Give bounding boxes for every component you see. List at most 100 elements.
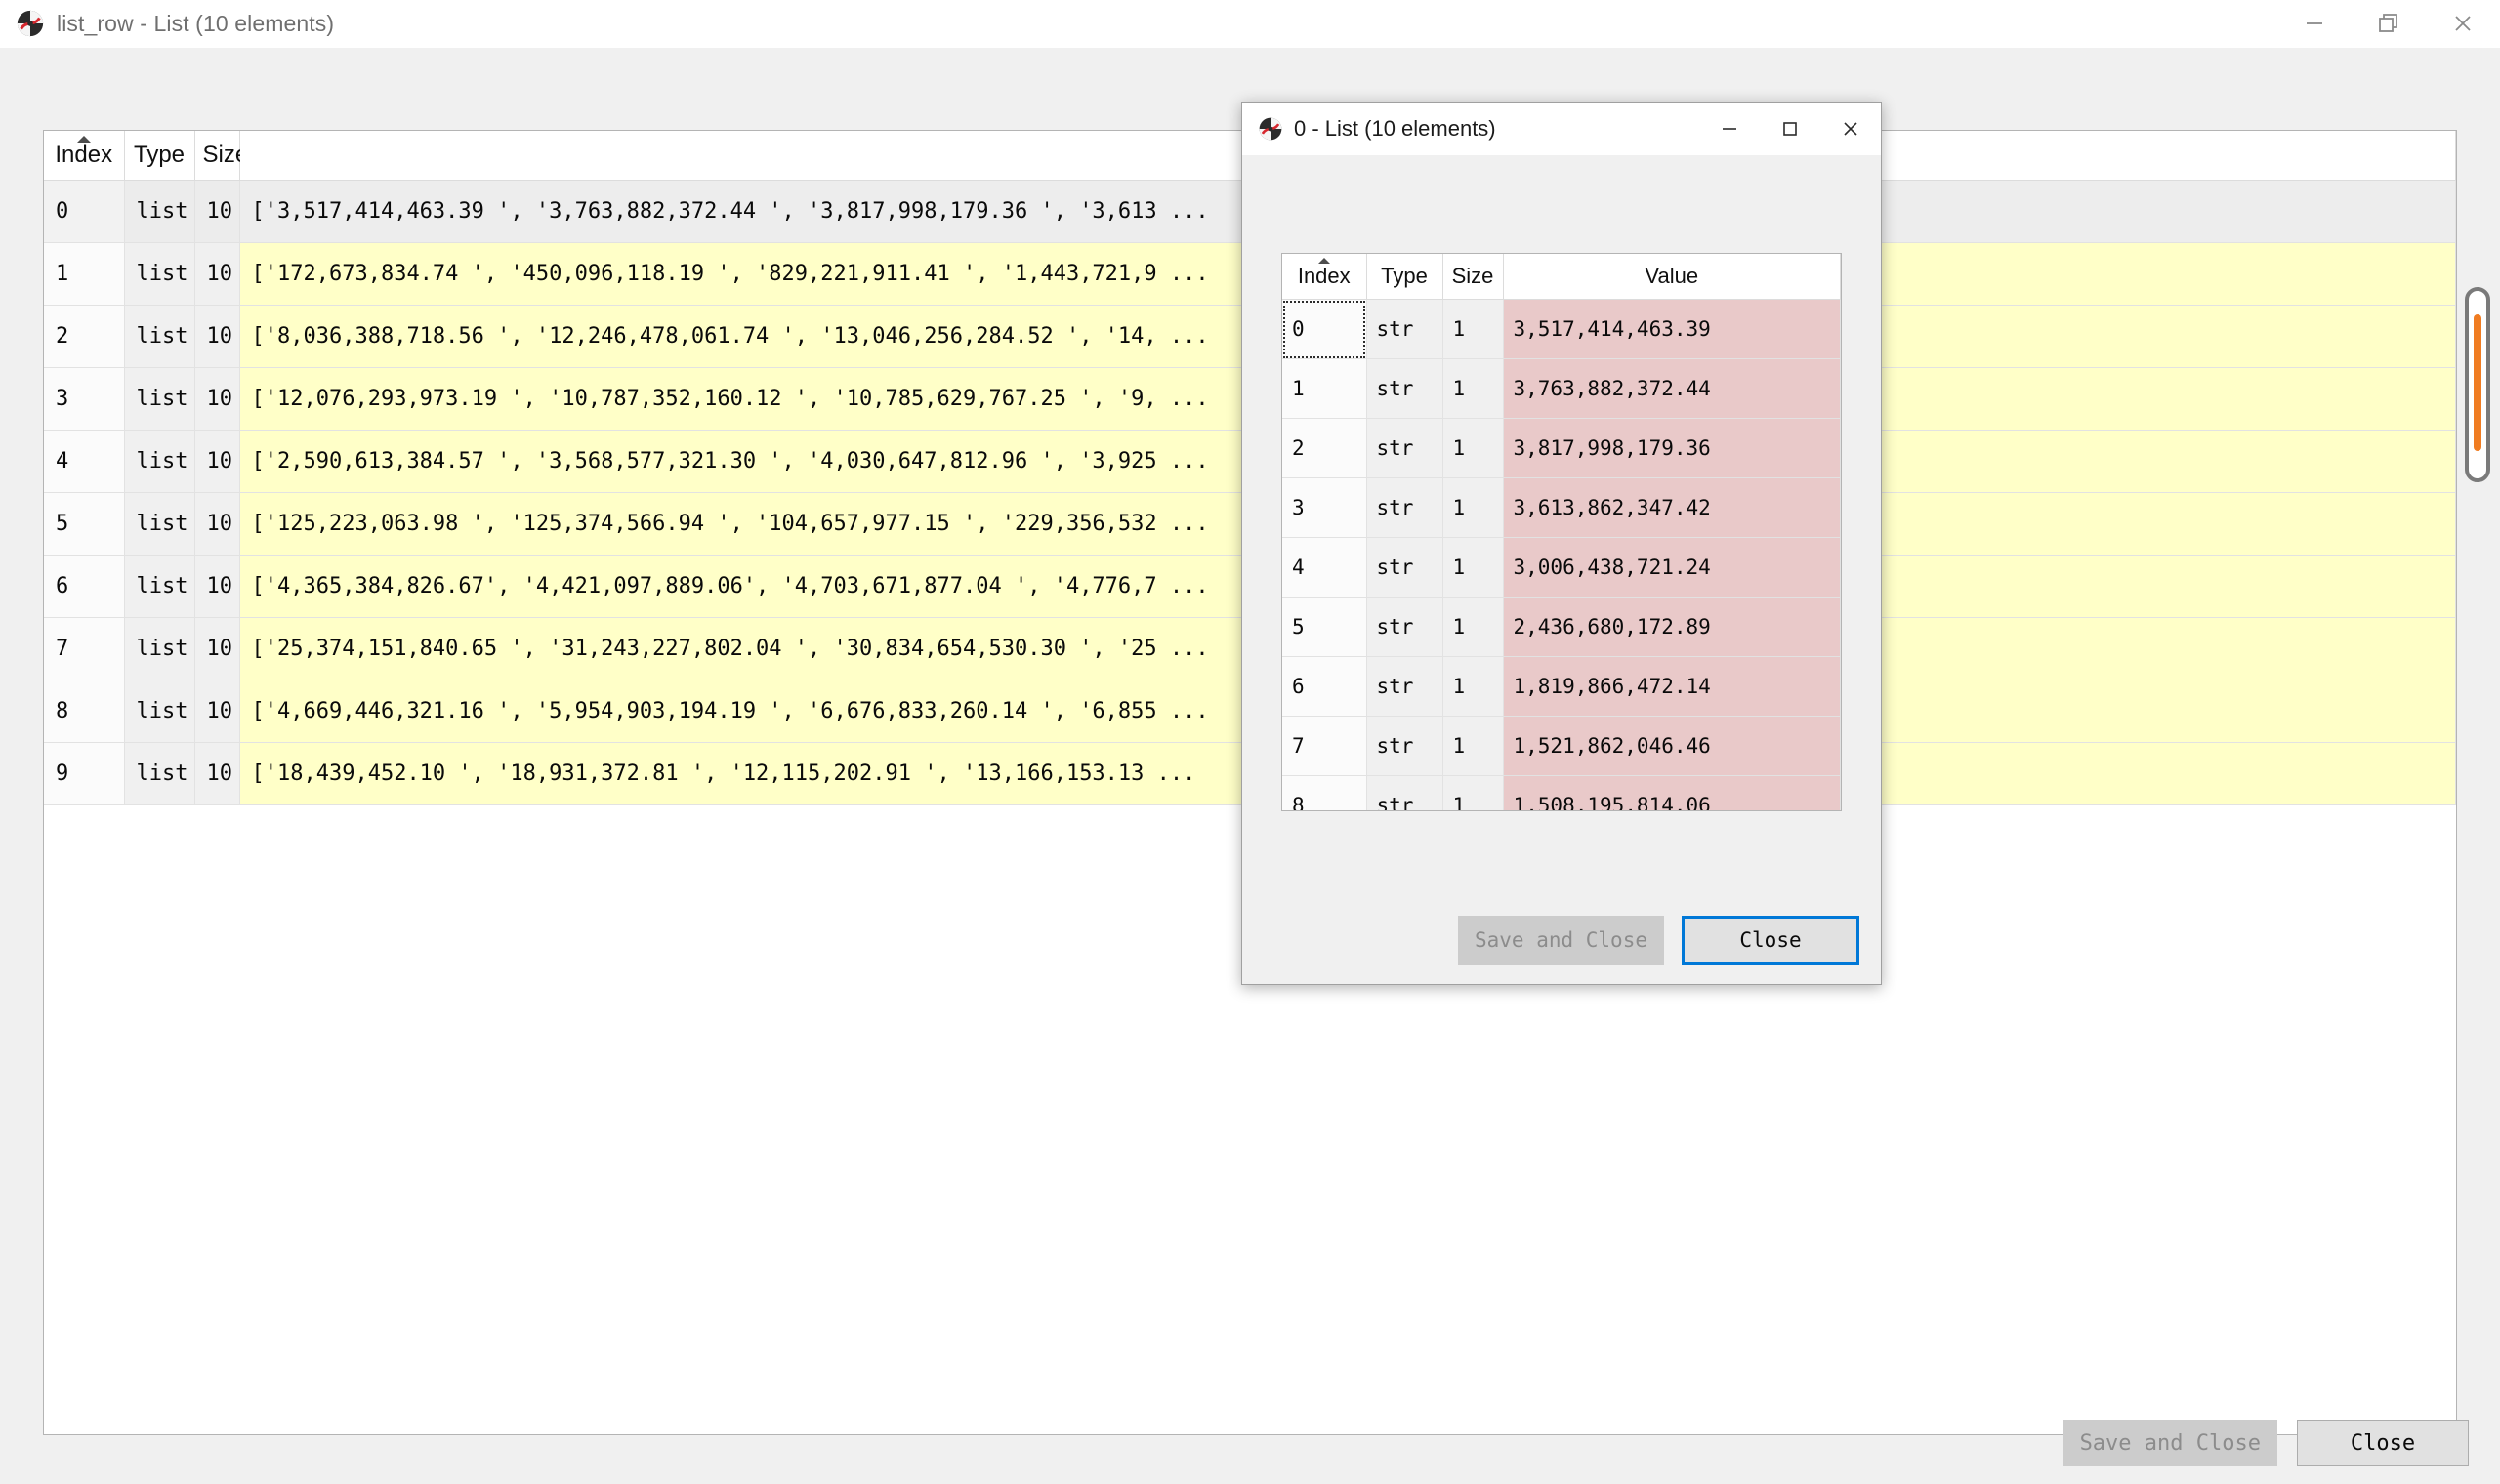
cell-value[interactable]: 3,517,414,463.39 — [1503, 299, 1841, 359]
cell-value[interactable]: 1,819,866,472.14 — [1503, 656, 1841, 717]
cell-size[interactable]: 10 — [194, 742, 240, 805]
dialog-title: 0 - List (10 elements) — [1294, 116, 1496, 141]
cell-type[interactable]: list — [124, 742, 195, 805]
dialog-footer: Save and Close Close — [1457, 916, 1859, 965]
cell-index[interactable]: 4 — [1282, 537, 1367, 598]
cell-index[interactable]: 7 — [44, 617, 125, 680]
table-row[interactable]: 3 str 1 3,613,862,347.42 — [1282, 477, 1841, 538]
minimize-icon[interactable] — [2277, 0, 2352, 47]
cell-size[interactable]: 1 — [1442, 716, 1504, 776]
table-row[interactable]: 2 str 1 3,817,998,179.36 — [1282, 418, 1841, 478]
cell-type[interactable]: list — [124, 242, 195, 306]
scrollbar-thumb[interactable] — [2474, 314, 2481, 451]
cell-index[interactable]: 0 — [1282, 299, 1367, 359]
cell-type[interactable]: str — [1366, 299, 1443, 359]
cell-index[interactable]: 7 — [1282, 716, 1367, 776]
dialog-column-header-index[interactable]: Index — [1282, 254, 1367, 300]
cell-type[interactable]: str — [1366, 775, 1443, 810]
close-icon[interactable] — [2426, 0, 2500, 47]
cell-value[interactable]: 1,508,195,814.06 — [1503, 775, 1841, 810]
cell-index[interactable]: 9 — [44, 742, 125, 805]
cell-value[interactable]: 3,817,998,179.36 — [1503, 418, 1841, 478]
column-header-type[interactable]: Type — [124, 131, 195, 181]
table-row[interactable]: 0 str 1 3,517,414,463.39 — [1282, 299, 1841, 359]
cell-index[interactable]: 5 — [44, 492, 125, 556]
table-row[interactable]: 7 str 1 1,521,862,046.46 — [1282, 716, 1841, 776]
cell-size[interactable]: 1 — [1442, 775, 1504, 810]
cell-type[interactable]: list — [124, 555, 195, 618]
cell-size[interactable]: 1 — [1442, 656, 1504, 717]
cell-index[interactable]: 1 — [1282, 358, 1367, 419]
save-and-close-button[interactable]: Save and Close — [2062, 1420, 2277, 1466]
minimize-icon[interactable] — [1699, 103, 1760, 155]
cell-index[interactable]: 6 — [44, 555, 125, 618]
cell-size[interactable]: 1 — [1442, 537, 1504, 598]
dialog-save-and-close-button[interactable]: Save and Close — [1457, 916, 1664, 965]
cell-size[interactable]: 1 — [1442, 477, 1504, 538]
cell-size[interactable]: 10 — [194, 367, 240, 431]
cell-index[interactable]: 2 — [1282, 418, 1367, 478]
cell-size[interactable]: 10 — [194, 617, 240, 680]
dialog-column-header-size[interactable]: Size — [1442, 254, 1504, 300]
cell-size[interactable]: 1 — [1442, 358, 1504, 419]
cell-value[interactable]: 1,521,862,046.46 — [1503, 716, 1841, 776]
cell-type[interactable]: list — [124, 617, 195, 680]
cell-type[interactable]: list — [124, 305, 195, 368]
cell-value[interactable]: 3,763,882,372.44 — [1503, 358, 1841, 419]
dialog-column-header-type[interactable]: Type — [1366, 254, 1443, 300]
cell-type[interactable]: str — [1366, 597, 1443, 657]
cell-type[interactable]: str — [1366, 716, 1443, 776]
vertical-scrollbar[interactable] — [2465, 287, 2490, 482]
cell-type[interactable]: list — [124, 430, 195, 493]
cell-type[interactable]: str — [1366, 477, 1443, 538]
cell-size[interactable]: 1 — [1442, 597, 1504, 657]
cell-size[interactable]: 10 — [194, 242, 240, 306]
spyder-app-icon — [16, 9, 45, 38]
cell-type[interactable]: str — [1366, 656, 1443, 717]
cell-size[interactable]: 10 — [194, 305, 240, 368]
cell-size[interactable]: 10 — [194, 492, 240, 556]
maximize-icon[interactable] — [1760, 103, 1820, 155]
main-footer: Save and Close Close — [2062, 1420, 2469, 1466]
close-icon[interactable] — [1820, 103, 1881, 155]
cell-index[interactable]: 8 — [1282, 775, 1367, 810]
cell-index[interactable]: 3 — [1282, 477, 1367, 538]
table-row[interactable]: 1 str 1 3,763,882,372.44 — [1282, 358, 1841, 419]
table-row[interactable]: 4 str 1 3,006,438,721.24 — [1282, 537, 1841, 598]
cell-index[interactable]: 1 — [44, 242, 125, 306]
table-row[interactable]: 6 str 1 1,819,866,472.14 — [1282, 656, 1841, 717]
cell-type[interactable]: list — [124, 680, 195, 743]
cell-index[interactable]: 8 — [44, 680, 125, 743]
cell-type[interactable]: list — [124, 180, 195, 243]
cell-index[interactable]: 3 — [44, 367, 125, 431]
cell-type[interactable]: list — [124, 367, 195, 431]
dialog-table-header-row: Index Type Size Value — [1282, 254, 1841, 300]
cell-size[interactable]: 1 — [1442, 299, 1504, 359]
cell-type[interactable]: str — [1366, 358, 1443, 419]
dialog-column-header-value[interactable]: Value — [1503, 254, 1841, 300]
close-button[interactable]: Close — [2297, 1420, 2469, 1466]
cell-index[interactable]: 2 — [44, 305, 125, 368]
dialog-close-button[interactable]: Close — [1682, 916, 1859, 965]
cell-value[interactable]: 3,613,862,347.42 — [1503, 477, 1841, 538]
cell-size[interactable]: 10 — [194, 430, 240, 493]
column-header-size[interactable]: Size — [194, 131, 248, 181]
restore-icon[interactable] — [2352, 0, 2426, 47]
cell-type[interactable]: str — [1366, 537, 1443, 598]
table-row[interactable]: 5 str 1 2,436,680,172.89 — [1282, 597, 1841, 657]
cell-value[interactable]: 2,436,680,172.89 — [1503, 597, 1841, 657]
cell-index[interactable]: 4 — [44, 430, 125, 493]
cell-size[interactable]: 10 — [194, 680, 240, 743]
cell-size[interactable]: 1 — [1442, 418, 1504, 478]
column-header-index[interactable]: Index — [44, 131, 125, 181]
dialog-table[interactable]: Index Type Size Value 0 str 1 3,517,414,… — [1282, 254, 1841, 810]
table-row[interactable]: 8 str 1 1,508,195,814.06 — [1282, 775, 1841, 810]
cell-index[interactable]: 5 — [1282, 597, 1367, 657]
cell-type[interactable]: str — [1366, 418, 1443, 478]
cell-size[interactable]: 10 — [194, 180, 240, 243]
cell-index[interactable]: 6 — [1282, 656, 1367, 717]
cell-value[interactable]: 3,006,438,721.24 — [1503, 537, 1841, 598]
cell-size[interactable]: 10 — [194, 555, 240, 618]
cell-index[interactable]: 0 — [44, 180, 125, 243]
cell-type[interactable]: list — [124, 492, 195, 556]
